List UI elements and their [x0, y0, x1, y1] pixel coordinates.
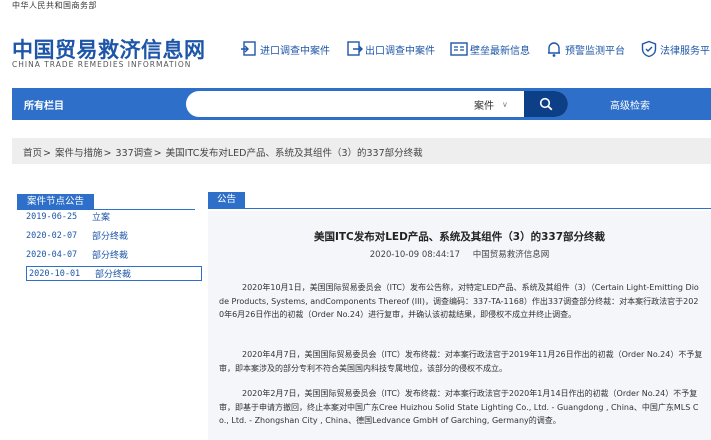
announcement-tab: 公告	[208, 192, 246, 208]
header-nav: 进口调查中案件 出口调查中案件 壁垒最新信息 预警监测平台 法律服务平台	[240, 38, 711, 60]
breadcrumb-home[interactable]: 首页	[23, 148, 42, 159]
sidebar-item-selected[interactable]: 2020-10-01 部分终裁	[26, 266, 202, 281]
breadcrumb-cases[interactable]: 案件与措施	[55, 148, 103, 159]
bell-icon	[548, 42, 560, 57]
breadcrumb-337[interactable]: 337调查	[116, 148, 153, 159]
announcement-divider	[208, 208, 711, 209]
article-paragraph: 2020年10月1日，美国国际贸易委员会（ITC）发布公告称，对特定LED产品、…	[219, 283, 699, 319]
ministry-name: 中华人民共和国商务部	[12, 1, 97, 10]
nav-import-cases[interactable]: 进口调查中案件	[240, 38, 330, 60]
export-case-icon	[347, 41, 363, 56]
nav-legal-services[interactable]: 法律服务平台	[640, 38, 711, 60]
search-icon	[539, 97, 553, 111]
announcement-section: 公告 美国ITC发布对LED产品、系统及其组件（3）的337部分终裁 2020-…	[208, 187, 711, 440]
top-ministry-bar: 中华人民共和国商务部	[0, 0, 711, 14]
search-input[interactable]	[200, 95, 470, 113]
all-columns-menu[interactable]: 所有栏目	[24, 97, 64, 112]
case-node-sidebar: 案件节点公告 2019-06-25 立案 2020-02-07 部分终裁 202…	[17, 189, 202, 281]
import-case-icon	[241, 41, 256, 56]
barrier-info-icon	[450, 42, 468, 56]
breadcrumb-current: 美国ITC发布对LED产品、系统及其组件（3）的337部分终裁	[165, 148, 423, 159]
shield-check-icon	[641, 40, 657, 58]
article-title: 美国ITC发布对LED产品、系统及其组件（3）的337部分终裁	[313, 231, 606, 243]
sidebar-item[interactable]: 2020-04-07 部分终裁	[26, 247, 194, 262]
nav-early-warning[interactable]: 预警监测平台	[545, 38, 625, 60]
site-logo-en: CHINA TRADE REMEDIES INFORMATION	[12, 60, 192, 69]
nav-barrier-info[interactable]: 壁垒最新信息	[450, 38, 530, 60]
search-bar: 所有栏目 案件 ∨ 高级检索	[12, 88, 711, 120]
sidebar-item[interactable]: 2019-06-25 立案	[26, 209, 194, 224]
article-panel: 美国ITC发布对LED产品、系统及其组件（3）的337部分终裁 2020-10-…	[208, 211, 711, 440]
article-paragraph: 2020年4月7日，美国国际贸易委员会（ITC）发布终裁：对本案行政法官于201…	[219, 350, 703, 373]
article-meta: 2020-10-09 08:44:17 中国贸易救济信息网	[208, 248, 711, 260]
nav-export-cases[interactable]: 出口调查中案件	[345, 38, 435, 60]
search-button[interactable]	[524, 91, 568, 117]
advanced-search-link[interactable]: 高级检索	[610, 97, 650, 112]
sidebar-item[interactable]: 2020-02-07 部分终裁	[26, 228, 194, 243]
article-source: 中国贸易救济信息网	[472, 250, 550, 260]
search-box: 案件 ∨	[186, 91, 568, 117]
article-date: 2020-10-09 08:44:17	[369, 250, 461, 260]
article-paragraph: 2020年2月7日，美国国际贸易委员会（ITC）发布终裁：对本案行政法官于202…	[219, 389, 699, 425]
breadcrumb: 首页> 案件与措施> 337调查> 美国ITC发布对LED产品、系统及其组件（3…	[12, 138, 711, 164]
chevron-down-icon: ∨	[502, 99, 508, 109]
sidebar-title: 案件节点公告	[17, 194, 95, 210]
search-scope-select[interactable]: 案件 ∨	[474, 95, 524, 113]
